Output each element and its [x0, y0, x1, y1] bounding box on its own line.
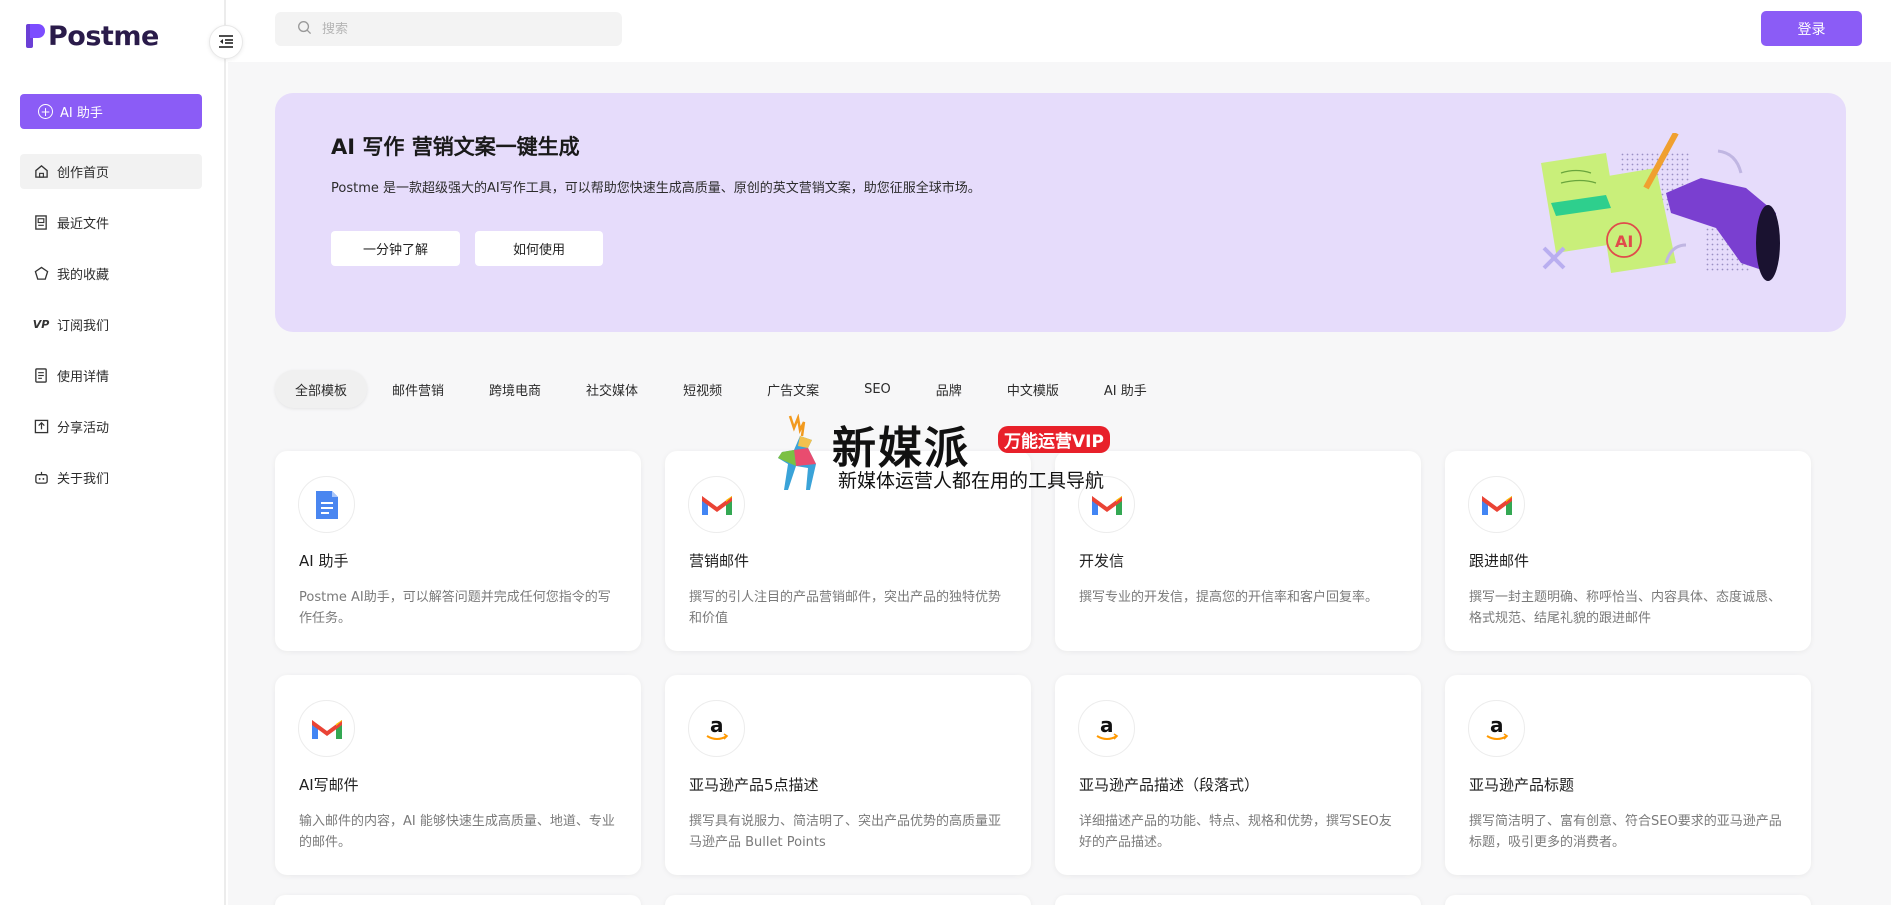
template-card-ai-assistant[interactable]: AI 助手 Postme AI助手，可以解答问题并完成任何您指令的写作任务。 — [275, 451, 641, 651]
template-card-ai-write-email[interactable]: AI写邮件 输入邮件的内容，AI 能够快速生成高质量、地道、专业的邮件。 — [275, 675, 641, 875]
card-description: 详细描述产品的功能、特点、规格和优势，撰写SEO友好的产品描述。 — [1079, 814, 1392, 850]
template-card-partial[interactable] — [275, 895, 641, 905]
template-card-partial[interactable] — [665, 895, 1031, 905]
vip-icon: VP — [32, 318, 50, 331]
postme-logo[interactable]: Postme — [26, 20, 159, 52]
hero-illustration: AI — [1536, 131, 1786, 298]
card-description: 撰写一封主题明确、称呼恰当、内容具体、态度诚恳、格式规范、结尾礼貌的跟进邮件 — [1469, 590, 1782, 626]
tab-all-templates[interactable]: 全部模板 — [275, 370, 368, 408]
top-header: 登录 — [228, 0, 1891, 62]
hero-title: AI 写作 营销文案一键生成 — [331, 135, 580, 159]
logo-icon — [26, 24, 46, 48]
category-tabs: 全部模板 邮件营销 跨境电商 社交媒体 短视频 广告文案 SEO 品牌 中文模版… — [275, 370, 1172, 408]
template-card-partial[interactable] — [1055, 895, 1421, 905]
card-title: AI写邮件 — [299, 776, 359, 794]
svg-text:a: a — [1100, 714, 1114, 737]
star-icon — [33, 266, 49, 282]
svg-text:a: a — [710, 714, 724, 737]
plus-circle-icon: + — [38, 104, 53, 119]
card-title: 亚马逊产品描述（段落式） — [1079, 776, 1260, 794]
card-title: 亚马逊产品5点描述 — [689, 776, 819, 794]
gmail-icon — [298, 700, 355, 757]
sidebar-item-label: 关于我们 — [57, 472, 110, 487]
tab-chinese-templates[interactable]: 中文模版 — [987, 370, 1079, 408]
amazon-icon: a — [688, 700, 745, 757]
sidebar-item-home[interactable]: 创作首页 — [20, 154, 202, 189]
card-description: 撰写具有说服力、简洁明了、突出产品优势的高质量亚马逊产品 Bullet Poin… — [689, 814, 1002, 850]
sidebar-item-label: 最近文件 — [57, 217, 110, 232]
tab-social-media[interactable]: 社交媒体 — [566, 370, 658, 408]
file-icon — [33, 215, 49, 231]
how-to-use-button[interactable]: 如何使用 — [475, 231, 603, 266]
robot-icon — [33, 470, 49, 486]
tab-short-video[interactable]: 短视频 — [663, 370, 742, 408]
search-input[interactable] — [322, 21, 602, 37]
svg-text:AI: AI — [1615, 232, 1633, 251]
card-description: 撰写简洁明了、富有创意、符合SEO要求的亚马逊产品标题，吸引更多的消费者。 — [1469, 814, 1782, 850]
card-title: 亚马逊产品标题 — [1469, 776, 1575, 794]
sidebar-item-label: 创作首页 — [57, 166, 110, 181]
sidebar-item-favorites[interactable]: 我的收藏 — [20, 256, 202, 291]
svg-text:a: a — [1490, 714, 1504, 737]
sidebar: Postme + AI 助手 创作首页 最近文件 我的收藏 VP 订阅我们 使用… — [0, 0, 226, 905]
tab-ai-assistant[interactable]: AI 助手 — [1084, 370, 1167, 408]
document-icon — [33, 368, 49, 384]
card-description: 输入邮件的内容，AI 能够快速生成高质量、地道、专业的邮件。 — [299, 814, 615, 850]
watermark-overlay: 新媒派 万能运营VIP 新媒体运营人都在用的工具导航 — [770, 412, 1130, 494]
watermark-subtitle: 新媒体运营人都在用的工具导航 — [838, 470, 1105, 492]
deer-logo-icon — [770, 413, 830, 492]
home-icon — [33, 164, 49, 180]
tab-seo[interactable]: SEO — [844, 370, 911, 408]
tab-brand[interactable]: 品牌 — [916, 370, 982, 408]
logo-text: Postme — [48, 20, 159, 52]
tab-email-marketing[interactable]: 邮件营销 — [372, 370, 464, 408]
hero-banner: AI 写作 营销文案一键生成 Postme 是一款超级强大的AI写作工具，可以帮… — [275, 93, 1846, 332]
amazon-icon: a — [1078, 700, 1135, 757]
sidebar-item-label: 使用详情 — [57, 370, 110, 385]
template-card-amazon-title[interactable]: a 亚马逊产品标题 撰写简洁明了、富有创意、符合SEO要求的亚马逊产品标题，吸引… — [1445, 675, 1811, 875]
sidebar-item-label: 订阅我们 — [57, 319, 110, 334]
template-card-partial[interactable] — [1445, 895, 1811, 905]
login-button[interactable]: 登录 — [1761, 11, 1862, 46]
sidebar-item-label: 我的收藏 — [57, 268, 110, 283]
tab-cross-border-ecommerce[interactable]: 跨境电商 — [469, 370, 561, 408]
ai-assistant-button[interactable]: + AI 助手 — [20, 94, 202, 129]
template-card-amazon-bullet-points[interactable]: a 亚马逊产品5点描述 撰写具有说服力、简洁明了、突出产品优势的高质量亚马逊产品… — [665, 675, 1031, 875]
amazon-icon: a — [1468, 700, 1525, 757]
template-card-follow-up-email[interactable]: 跟进邮件 撰写一封主题明确、称呼恰当、内容具体、态度诚恳、格式规范、结尾礼貌的跟… — [1445, 451, 1811, 651]
collapse-sidebar-button[interactable] — [209, 25, 243, 59]
card-title: 跟进邮件 — [1469, 552, 1530, 570]
sidebar-item-share[interactable]: 分享活动 — [20, 409, 202, 444]
card-description: Postme AI助手，可以解答问题并完成任何您指令的写作任务。 — [299, 590, 611, 626]
sidebar-nav: 创作首页 最近文件 我的收藏 VP 订阅我们 使用详情 分享活动 关于我们 — [20, 154, 202, 511]
search-icon — [297, 20, 312, 39]
gmail-icon — [1468, 476, 1525, 533]
sidebar-item-recent[interactable]: 最近文件 — [20, 205, 202, 240]
sidebar-item-about[interactable]: 关于我们 — [20, 460, 202, 495]
learn-in-one-minute-button[interactable]: 一分钟了解 — [331, 231, 460, 266]
sidebar-item-label: 分享活动 — [57, 421, 110, 436]
share-icon — [33, 419, 49, 435]
menu-collapse-icon — [218, 33, 234, 52]
card-title: AI 助手 — [299, 552, 349, 570]
card-description: 撰写的引人注目的产品营销邮件，突出产品的独特优势和价值 — [689, 590, 1002, 626]
doc-blue-icon — [298, 476, 355, 533]
ai-assistant-label: AI 助手 — [60, 106, 103, 121]
template-card-amazon-description[interactable]: a 亚马逊产品描述（段落式） 详细描述产品的功能、特点、规格和优势，撰写SEO友… — [1055, 675, 1421, 875]
card-title: 营销邮件 — [689, 552, 750, 570]
tab-ad-copy[interactable]: 广告文案 — [747, 370, 839, 408]
sidebar-item-usage[interactable]: 使用详情 — [20, 358, 202, 393]
watermark-badge: 万能运营VIP — [998, 426, 1110, 453]
hero-description: Postme 是一款超级强大的AI写作工具，可以帮助您快速生成高质量、原创的英文… — [331, 181, 981, 196]
sidebar-item-subscribe[interactable]: VP 订阅我们 — [20, 307, 202, 342]
gmail-icon — [688, 476, 745, 533]
card-description: 撰写专业的开发信，提高您的开信率和客户回复率。 — [1079, 590, 1379, 605]
card-title: 开发信 — [1079, 552, 1125, 570]
search-box[interactable] — [275, 12, 622, 46]
